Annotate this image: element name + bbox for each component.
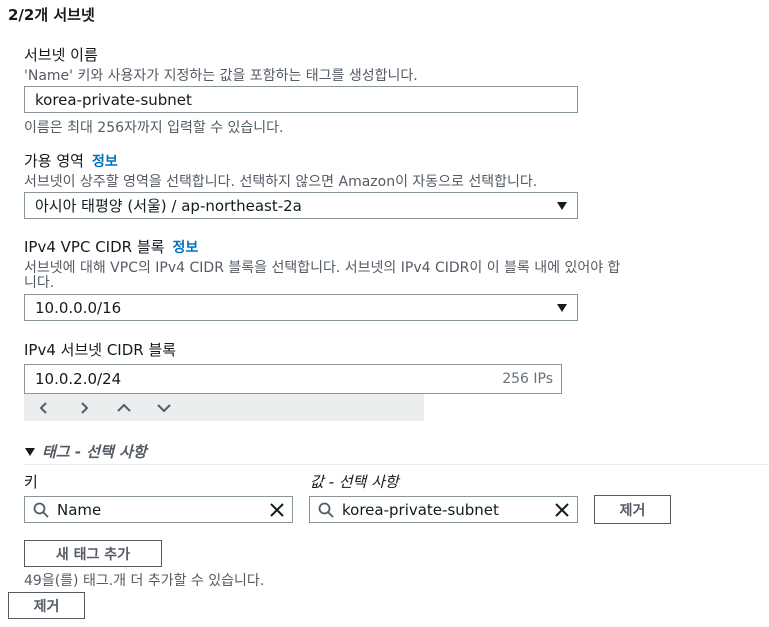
chevron-right-icon[interactable]: [64, 401, 104, 414]
clear-icon[interactable]: [270, 502, 284, 517]
tag-value-value: korea-private-subnet: [342, 500, 499, 519]
tags-divider: [24, 464, 769, 465]
subnet-cidr-input[interactable]: 10.0.2.0/24 256 IPs: [24, 364, 562, 394]
chevron-left-icon[interactable]: [24, 401, 64, 414]
tag-value-input[interactable]: korea-private-subnet: [309, 496, 578, 523]
tags-section-toggle[interactable]: 태그 - 선택 사항: [24, 441, 147, 462]
remove-tag-button[interactable]: 제거: [594, 495, 671, 524]
availability-zone-label: 가용 영역: [24, 152, 84, 170]
vpc-cidr-value: 10.0.0.0/16: [35, 298, 122, 317]
subnet-cidr-value: 10.0.2.0/24: [35, 370, 122, 388]
vpc-cidr-description-line2: 니다.: [24, 275, 55, 291]
availability-zone-value: 아시아 태평양 (서울) / ap-northeast-2a: [35, 197, 302, 215]
vpc-cidr-info-link[interactable]: 정보: [172, 240, 198, 256]
remove-subnet-button[interactable]: 제거: [8, 592, 85, 619]
search-icon: [318, 502, 334, 518]
chevron-up-icon[interactable]: [104, 403, 144, 413]
caret-down-icon: [25, 447, 35, 456]
subnet-cidr-label: IPv4 서브넷 CIDR 블록: [24, 341, 177, 359]
clear-icon[interactable]: [555, 502, 569, 517]
vpc-cidr-description-line1: 서브넷에 대해 VPC의 IPv4 CIDR 블록을 선택합니다. 서브넷의 I…: [24, 260, 621, 276]
add-tag-button[interactable]: 새 태그 추가: [24, 540, 162, 567]
availability-zone-select[interactable]: 아시아 태평양 (서울) / ap-northeast-2a: [24, 192, 578, 219]
subnet-name-label: 서브넷 이름: [24, 46, 98, 64]
cidr-stepper: [24, 394, 424, 421]
tag-key-input[interactable]: Name: [24, 496, 293, 523]
availability-zone-info-link[interactable]: 정보: [92, 154, 118, 170]
tag-value-label: 값 - 선택 사항: [310, 473, 399, 491]
subnet-cidr-ip-count: 256 IPs: [502, 371, 553, 387]
vpc-cidr-label: IPv4 VPC CIDR 블록: [24, 238, 165, 256]
vpc-cidr-select[interactable]: 10.0.0.0/16: [24, 294, 578, 321]
chevron-down-icon[interactable]: [144, 403, 184, 413]
tag-key-label: 키: [24, 473, 38, 491]
subnet-name-input[interactable]: korea-private-subnet: [24, 86, 578, 113]
caret-down-icon: [557, 201, 567, 210]
tags-section-header: 태그 - 선택 사항: [42, 443, 147, 461]
subnet-name-description: 'Name' 키와 사용자가 지정하는 값을 포함하는 태그를 생성합니다.: [24, 68, 418, 84]
availability-zone-description: 서브넷이 상주할 영역을 선택합니다. 선택하지 않으면 Amazon이 자동으…: [24, 174, 538, 190]
search-icon: [33, 502, 49, 518]
subnet-name-value: korea-private-subnet: [35, 90, 192, 109]
availability-zone-label-row: 가용 영역 정보: [24, 150, 118, 171]
vpc-cidr-label-row: IPv4 VPC CIDR 블록 정보: [24, 236, 198, 257]
subnet-name-constraint: 이름은 최대 256자까지 입력할 수 있습니다.: [24, 120, 284, 136]
tag-key-value: Name: [57, 500, 102, 519]
section-title: 2/2개 서브넷: [8, 6, 95, 24]
tag-limit-text: 49을(를) 태그.개 더 추가할 수 있습니다.: [24, 573, 265, 589]
caret-down-icon: [557, 303, 567, 312]
